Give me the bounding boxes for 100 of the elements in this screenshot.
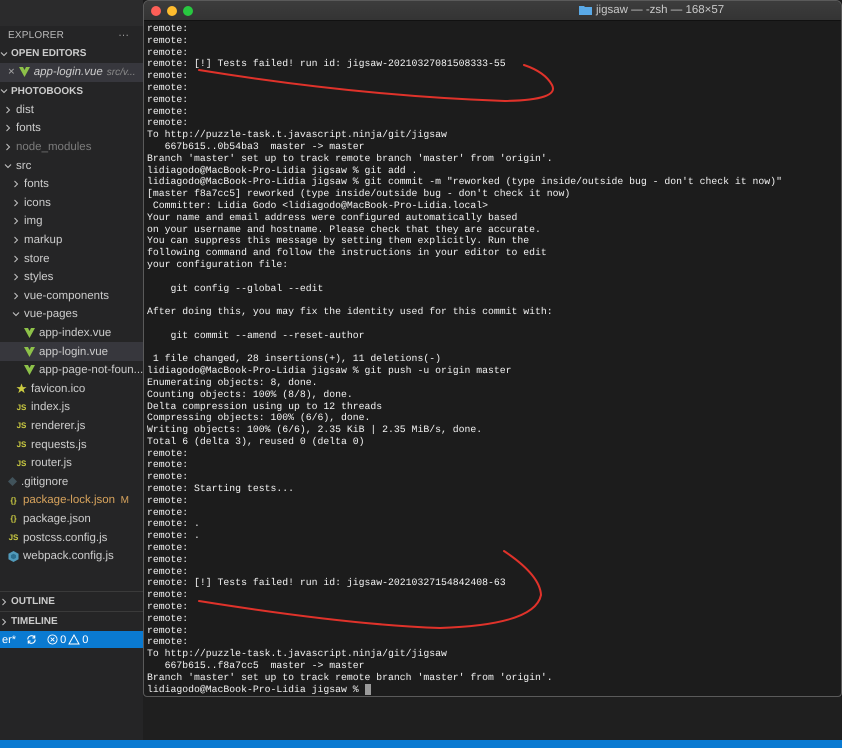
- file-tree-item[interactable]: store: [0, 249, 143, 268]
- file-tree-item[interactable]: vue-pages: [0, 305, 143, 324]
- branch-label[interactable]: er*: [2, 634, 16, 646]
- sync-icon[interactable]: [26, 634, 38, 645]
- file-tree-item[interactable]: vue-components: [0, 286, 143, 306]
- minimize-button[interactable]: [167, 6, 177, 16]
- terminal-line: lidiagodo@MacBook-Pro-Lidia jigsaw % git add .: [147, 164, 418, 176]
- terminal-line: remote:: [147, 448, 188, 460]
- file-tree-item[interactable]: JS renderer.js: [0, 416, 143, 436]
- file-tree-item[interactable]: app-page-not-foun...: [0, 360, 143, 380]
- js-icon: JS: [16, 402, 27, 412]
- chevron-down-icon: [4, 162, 12, 170]
- file-tree-item[interactable]: {} package-lock.json M: [0, 491, 143, 510]
- file-tree-item[interactable]: markup: [0, 230, 143, 250]
- file-tree-item[interactable]: JS index.js: [0, 398, 143, 417]
- terminal-line: remote: [!] Tests failed! run id: jigsaw-20210327154842408-63: [147, 577, 506, 590]
- terminal-line: Committer: Lidia Godo <lidiagodo@MacBook-Pro-Lidia.local>: [152, 200, 488, 212]
- maximize-button[interactable]: [183, 6, 193, 16]
- terminal-line: To http://puzzle-task.t.javascript.ninja/git/jigsaw: [147, 129, 447, 141]
- vue-icon: [24, 346, 35, 357]
- js-icon: JS: [16, 440, 27, 450]
- file-tree-item[interactable]: favicon.ico: [0, 380, 143, 398]
- terminal-line: git commit --amend --reset-author: [170, 330, 365, 342]
- chevron-right-icon: [12, 273, 20, 282]
- terminal-line: remote: .: [147, 518, 200, 530]
- chevron-right-icon: [12, 198, 20, 207]
- file-tree-item[interactable]: JS requests.js: [0, 435, 143, 454]
- chevron-right-icon: [4, 124, 12, 132]
- file-tree-item[interactable]: styles: [0, 268, 143, 287]
- file-tree-item[interactable]: JS postcss.config.js: [0, 528, 143, 547]
- terminal-line: Compressing objects: 100% (6/6), done.: [147, 412, 370, 424]
- section-header[interactable]: TIMELINE: [0, 612, 143, 631]
- warning-icon: [68, 634, 80, 645]
- terminal-line: Branch 'master' set up to track remote branch 'master' from 'origin'.: [147, 152, 553, 165]
- terminal-line: remote:: [147, 542, 188, 554]
- error-count: 0: [60, 634, 66, 646]
- terminal-line: remote:: [147, 612, 188, 625]
- file-tree-item[interactable]: img: [0, 212, 143, 231]
- terminal-line: remote:: [147, 94, 188, 106]
- file-tree-item[interactable]: app-index.vue: [0, 324, 143, 342]
- terminal-line: remote:: [147, 34, 188, 47]
- terminal-line: git config --global --edit: [170, 282, 324, 294]
- more-actions-button[interactable]: ···: [118, 30, 129, 40]
- terminal-line: Your name and email address were configured automatically based: [147, 212, 518, 224]
- terminal-line: remote:: [147, 506, 188, 518]
- terminal-line: [master f8a7cc5] reworked (type inside/outside bug - don't check it now): [147, 188, 570, 200]
- terminal-line: remote:: [147, 106, 188, 118]
- terminal-line: Writing objects: 100% (6/6), 2.35 KiB | 2.35 MiB/s, done.: [147, 424, 482, 436]
- folder-icon: [579, 5, 592, 15]
- chevron-right-icon: [0, 598, 8, 606]
- chevron-right-icon: [0, 618, 8, 626]
- cursor: [364, 684, 371, 696]
- file-tree-item[interactable]: .gitignore: [0, 472, 143, 492]
- terminal-line: remote:: [147, 636, 188, 648]
- close-button[interactable]: [151, 6, 161, 16]
- braces-icon: {}: [8, 496, 19, 505]
- terminal-line: remote:: [147, 82, 188, 94]
- file-tree-item[interactable]: dist: [0, 100, 143, 120]
- section-header[interactable]: PHOTOBOOKS: [0, 82, 143, 101]
- terminal-line: remote:: [147, 70, 188, 82]
- file-tree-item[interactable]: fonts: [0, 174, 143, 194]
- vue-icon: [24, 328, 35, 338]
- terminal-line: your configuration file:: [147, 258, 288, 271]
- vue-icon: [24, 365, 35, 376]
- file-tree-item[interactable]: {} package.json: [0, 510, 143, 528]
- chevron-down-icon: [12, 310, 20, 318]
- terminal-line: remote: .: [147, 530, 200, 542]
- terminal-line: remote:: [147, 624, 188, 636]
- file-tree-item[interactable]: webpack.config.js: [0, 546, 143, 566]
- chevron-right-icon: [12, 292, 20, 300]
- vue-icon: [18, 67, 30, 78]
- terminal-line: remote:: [147, 459, 188, 472]
- close-button[interactable]: ×: [8, 66, 15, 78]
- file-tree-item[interactable]: app-login.vue: [0, 342, 143, 361]
- terminal-line: remote:: [147, 471, 188, 484]
- chevron-right-icon: [12, 217, 20, 226]
- terminal-line: remote:: [147, 566, 188, 578]
- js-icon: JS: [8, 533, 19, 542]
- terminal-line: To http://puzzle-task.t.javascript.ninja/git/jigsaw: [147, 648, 447, 660]
- window-title: jigsaw — -zsh — 168×57: [596, 4, 724, 16]
- explorer-title: EXPLORER: [8, 30, 64, 40]
- chevron-right-icon: [12, 180, 20, 188]
- terminal-line: After doing this, you may fix the identity used for this commit with:: [147, 306, 553, 318]
- section-header[interactable]: OUTLINE: [0, 592, 143, 611]
- section-header[interactable]: OPEN EDITORS: [0, 44, 143, 63]
- star-icon: [16, 383, 27, 394]
- file-tree-item[interactable]: fonts: [0, 119, 143, 138]
- terminal-line: Counting objects: 100% (8/8), done.: [147, 388, 353, 400]
- terminal-line: Enumerating objects: 8, done.: [147, 376, 318, 389]
- js-icon: JS: [16, 421, 27, 430]
- terminal-line: lidiagodo@MacBook-Pro-Lidia jigsaw %: [147, 684, 360, 696]
- open-editor-item[interactable]: × app-login.vue src/v...: [0, 63, 143, 82]
- error-icon: [47, 634, 58, 645]
- file-tree-item[interactable]: node_modules: [0, 138, 143, 156]
- terminal-line: remote:: [147, 601, 188, 613]
- terminal-line: remote:: [147, 589, 188, 602]
- file-tree-item[interactable]: JS router.js: [0, 454, 143, 472]
- file-tree-item[interactable]: src: [0, 156, 143, 175]
- file-tree-item[interactable]: icons: [0, 194, 143, 212]
- terminal-line: remote:: [147, 23, 188, 35]
